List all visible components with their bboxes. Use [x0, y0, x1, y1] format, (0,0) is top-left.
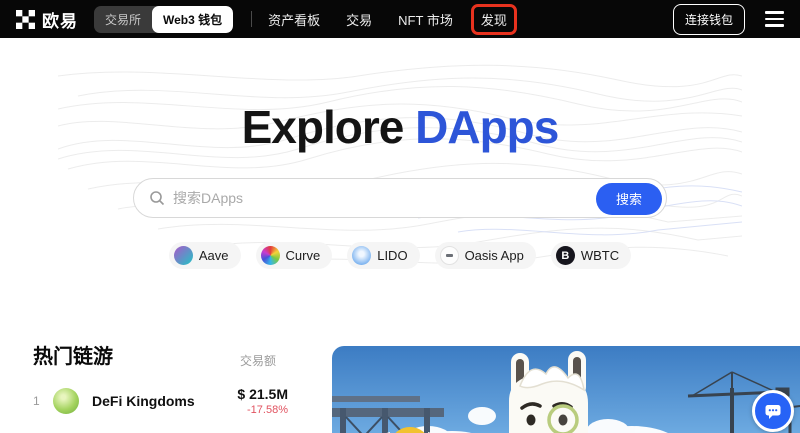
- okx-logo[interactable]: 欧易: [16, 7, 78, 32]
- chat-button[interactable]: [752, 390, 794, 432]
- page-title: Explore DApps: [0, 100, 800, 154]
- page-title-explore: Explore: [242, 101, 416, 153]
- nav-divider: [251, 11, 252, 27]
- product-toggle: 交易所 Web3 钱包: [94, 6, 233, 33]
- quick-link-label: WBTC: [581, 248, 619, 263]
- lido-token-icon: [352, 246, 371, 265]
- search-button[interactable]: 搜索: [596, 183, 662, 215]
- top-navigation-bar: 欧易 交易所 Web3 钱包 资产看板 交易 NFT 市场 发现 连接钱包: [0, 0, 800, 38]
- okx-logo-icon: [16, 10, 35, 29]
- menu-icon[interactable]: [763, 9, 786, 29]
- row-rank: 1: [33, 394, 49, 408]
- quick-link-pills: Aave Curve LIDO Oasis App B WBTC: [0, 242, 800, 269]
- topbar-right: 连接钱包: [673, 4, 786, 35]
- quick-link-label: Aave: [199, 248, 229, 263]
- search-bar: 搜索: [133, 178, 667, 218]
- connect-wallet-button[interactable]: 连接钱包: [673, 4, 745, 35]
- curve-token-icon: [261, 246, 280, 265]
- row-volume: $ 21.5M: [237, 386, 288, 402]
- row-name: DeFi Kingdoms: [92, 393, 195, 409]
- hero-section: Explore DApps 搜索 Aave Curve LIDO: [0, 38, 800, 313]
- aave-token-icon: [174, 246, 193, 265]
- contour-lines-art: [58, 54, 742, 274]
- search-input[interactable]: [173, 190, 592, 206]
- oasis-token-icon: [440, 246, 459, 265]
- section-title: 热门链游: [33, 340, 113, 369]
- toggle-web3-wallet[interactable]: Web3 钱包: [152, 6, 233, 33]
- quick-link-curve[interactable]: Curve: [256, 242, 333, 269]
- brand-name: 欧易: [42, 7, 78, 32]
- nav-item-assets[interactable]: 资产看板: [268, 10, 320, 29]
- quick-link-label: Oasis App: [465, 248, 524, 263]
- row-change: -17.58%: [237, 404, 288, 416]
- search-icon: [149, 190, 165, 206]
- table-row[interactable]: 1 DeFi Kingdoms $ 21.5M -17.58%: [33, 386, 288, 416]
- nav-item-nft[interactable]: NFT 市场: [398, 10, 453, 29]
- wbtc-token-icon: B: [556, 246, 575, 265]
- promo-banner-image[interactable]: [332, 346, 800, 433]
- quick-link-label: Curve: [286, 248, 321, 263]
- quick-link-lido[interactable]: LIDO: [347, 242, 419, 269]
- quick-link-aave[interactable]: Aave: [169, 242, 241, 269]
- toggle-exchange[interactable]: 交易所: [94, 6, 152, 33]
- trending-games-section: 热门链游 交易额 1 DeFi Kingdoms $ 21.5M -17.58%…: [33, 340, 288, 433]
- okx-dapps-page: 欧易 交易所 Web3 钱包 资产看板 交易 NFT 市场 发现 连接钱包: [0, 0, 800, 433]
- nav-item-trade[interactable]: 交易: [346, 10, 372, 29]
- llama-construction-illustration: [332, 346, 800, 433]
- chat-bubble-icon: [763, 401, 783, 421]
- nav-item-discover[interactable]: 发现: [471, 4, 517, 35]
- main-nav: 资产看板 交易 NFT 市场 发现: [268, 4, 517, 35]
- quick-link-label: LIDO: [377, 248, 407, 263]
- quick-link-wbtc[interactable]: B WBTC: [551, 242, 631, 269]
- defi-kingdoms-icon: [53, 388, 79, 414]
- volume-column-header: 交易额: [240, 352, 288, 369]
- quick-link-oasis[interactable]: Oasis App: [435, 242, 536, 269]
- page-title-dapps: DApps: [415, 101, 558, 153]
